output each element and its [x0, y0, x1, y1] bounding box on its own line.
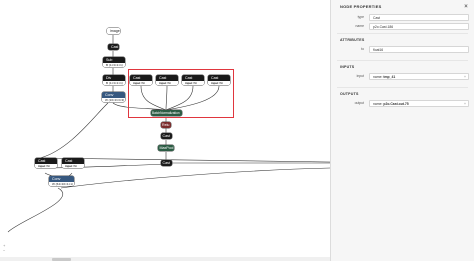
- node-maxpool[interactable]: MaxPool: [158, 145, 174, 151]
- node-title: Cast: [161, 160, 172, 166]
- property-name: name p2o.Cast.186: [331, 23, 474, 32]
- node-cast-low[interactable]: Cast: [161, 160, 172, 166]
- section-attributes-title: ATTRIBUTES: [340, 38, 365, 42]
- node-cast-a[interactable]: Cast input Wt: [130, 75, 152, 85]
- divider: [337, 87, 468, 88]
- node-cast-f[interactable]: Cast input Wt: [62, 158, 84, 168]
- node-cast-b[interactable]: Cast input Wt: [156, 75, 178, 85]
- close-icon[interactable]: ×: [464, 0, 468, 14]
- node-port: input Wt: [62, 164, 84, 168]
- section-inputs-title: INPUTS: [340, 65, 355, 69]
- output-row: output name: p2o.Cast.out.75 +: [331, 100, 474, 109]
- node-title: BatchNormalization: [151, 110, 182, 116]
- node-cast-mid[interactable]: Cast: [161, 133, 172, 139]
- section-outputs-title: OUTPUTS: [340, 92, 359, 96]
- node-title: Relu: [161, 122, 171, 128]
- node-cast-d[interactable]: Cast input Wt: [208, 75, 230, 85]
- node-title: Cast: [108, 44, 119, 50]
- property-value: p2o.Cast.out.75: [383, 102, 409, 106]
- node-port: input Wt: [156, 81, 178, 85]
- port-value: Wt: [219, 81, 223, 85]
- property-label: output: [354, 101, 364, 105]
- node-batchnormalization[interactable]: BatchNormalization: [151, 110, 182, 116]
- node-div[interactable]: Div B (1×3×1×1): [103, 75, 125, 85]
- node-port: input Wt: [130, 81, 152, 85]
- property-value-to[interactable]: float16: [369, 46, 469, 53]
- node-cast-c[interactable]: Cast input Wt: [182, 75, 204, 85]
- node-attr: W (16×3×3×3): [102, 98, 125, 102]
- property-value-output[interactable]: name: p2o.Cast.out.75 +: [369, 100, 469, 107]
- port-name: input: [38, 164, 46, 168]
- port-name: input: [185, 81, 193, 85]
- node-attr: B (1×3×1×1): [103, 63, 125, 67]
- property-label: to: [361, 47, 364, 51]
- property-value-input[interactable]: name: tmp_41 +: [369, 73, 469, 80]
- node-title: MaxPool: [158, 145, 174, 151]
- node-attr: W (64×16×1×1): [49, 182, 74, 186]
- node-port: input Wt: [182, 81, 204, 85]
- property-label: name: [355, 24, 364, 28]
- node-cast-e[interactable]: Cast input Wt: [35, 158, 57, 168]
- node-cast-top[interactable]: Cast: [108, 44, 119, 50]
- property-value: Cast: [373, 16, 380, 20]
- property-type: type Cast: [331, 14, 474, 23]
- horizontal-scrollbar[interactable]: [0, 257, 330, 261]
- port-name: input: [211, 81, 219, 85]
- property-value: p2o.Cast.186: [373, 25, 394, 29]
- zoom-controls: + −: [3, 243, 5, 253]
- port-name: input: [159, 81, 167, 85]
- expand-icon[interactable]: +: [464, 74, 466, 80]
- node-port: input Wt: [208, 81, 230, 85]
- port-value: Wt: [73, 164, 77, 168]
- port-value: Wt: [46, 164, 50, 168]
- panel-header: NODE PROPERTIES ×: [331, 0, 474, 14]
- node-port: input Wt: [35, 164, 57, 168]
- attribute-to: to float16: [331, 46, 474, 55]
- node-conv-top[interactable]: Conv W (16×3×3×3): [102, 92, 125, 102]
- node-conv-bottom[interactable]: Conv W (64×16×1×1): [49, 176, 74, 186]
- port-name: input: [133, 81, 141, 85]
- property-label: input: [356, 74, 364, 78]
- value-prefix: name:: [373, 75, 383, 79]
- port-value: Wt: [193, 81, 197, 85]
- node-image[interactable]: image: [107, 28, 120, 34]
- node-properties-panel: NODE PROPERTIES × type Cast name p2o.Cas…: [330, 0, 474, 261]
- property-value-name[interactable]: p2o.Cast.186: [369, 23, 469, 30]
- node-attr: B (1×3×1×1): [103, 81, 125, 85]
- property-value: tmp_41: [383, 75, 396, 79]
- graph-canvas[interactable]: image Cast Sub B (1×3×1×1) Div B (1×3×1×…: [0, 0, 330, 261]
- zoom-out-button[interactable]: −: [3, 248, 5, 253]
- node-sub[interactable]: Sub B (1×3×1×1): [103, 57, 125, 67]
- divider: [337, 33, 468, 34]
- panel-title: NODE PROPERTIES: [340, 4, 382, 9]
- graph-edges: [7, 35, 330, 233]
- divider: [337, 60, 468, 61]
- property-value: float16: [373, 48, 384, 52]
- port-value: Wt: [167, 81, 171, 85]
- property-label: type: [357, 15, 364, 19]
- property-value-type[interactable]: Cast: [369, 14, 469, 21]
- input-row: input name: tmp_41 +: [331, 73, 474, 82]
- node-title: Cast: [161, 133, 172, 139]
- node-title: image: [107, 28, 120, 34]
- value-prefix: name:: [373, 102, 383, 106]
- scrollbar-thumb[interactable]: [52, 257, 71, 261]
- expand-icon[interactable]: +: [464, 101, 466, 107]
- port-name: input: [65, 164, 73, 168]
- port-value: Wt: [141, 81, 145, 85]
- node-relu[interactable]: Relu: [161, 122, 171, 128]
